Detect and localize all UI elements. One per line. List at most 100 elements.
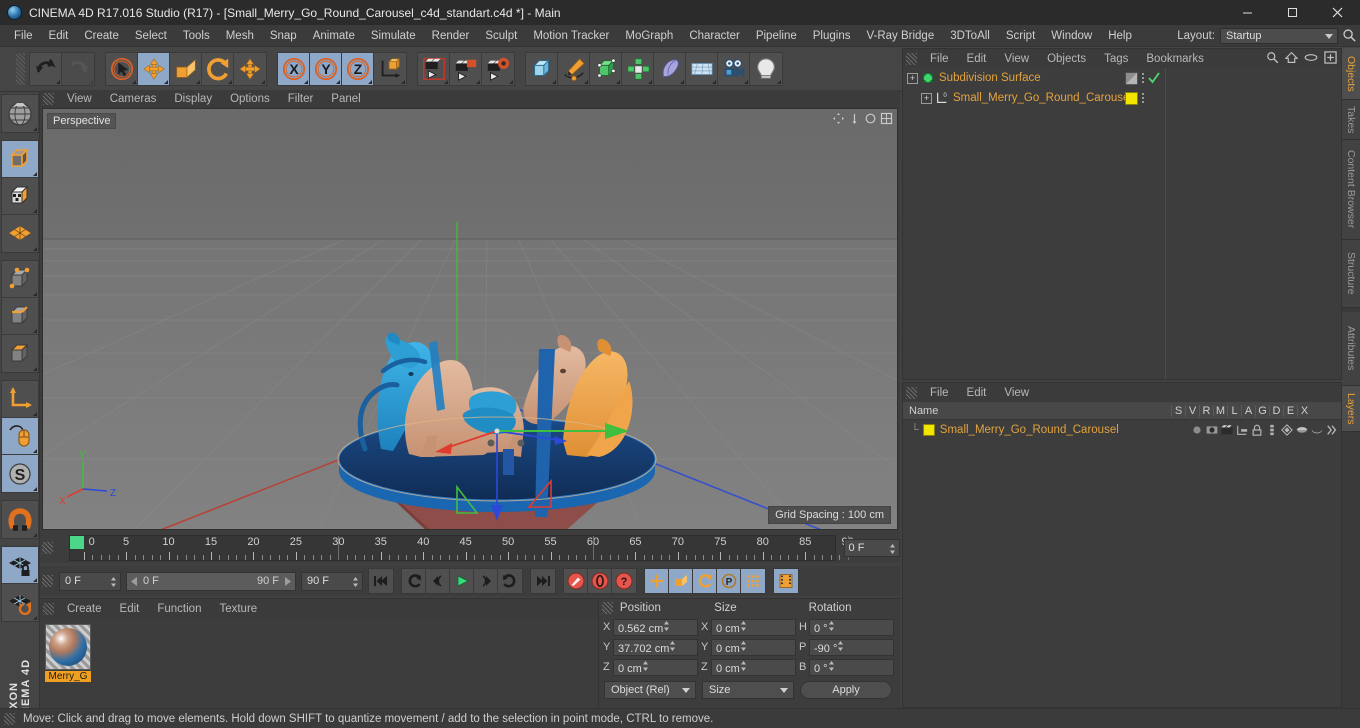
layer-column-S[interactable]: S [1171, 404, 1185, 417]
layout-dropdown[interactable]: Startup [1220, 28, 1338, 44]
redo-button[interactable] [62, 53, 94, 85]
play-button[interactable] [450, 569, 474, 593]
object-tag-zone[interactable] [1125, 88, 1144, 108]
playbar-grip-icon[interactable] [42, 575, 53, 587]
layer-row[interactable]: └ Small_Merry_Go_Round_Carousel [903, 420, 1341, 440]
y-axis-button[interactable]: Y [310, 53, 342, 85]
layer-column-M[interactable]: M [1213, 404, 1227, 417]
layer-column-A[interactable]: A [1241, 404, 1255, 417]
next-keyframe-button[interactable] [498, 569, 522, 593]
go-to-end-button[interactable] [531, 569, 555, 593]
render-icon[interactable] [1221, 424, 1233, 436]
menu-item-create[interactable]: Create [76, 25, 127, 47]
animation-icon[interactable] [1266, 424, 1278, 436]
minimize-button[interactable] [1225, 0, 1270, 25]
generator-icon[interactable] [1281, 424, 1293, 436]
menu-item-window[interactable]: Window [1043, 25, 1100, 47]
polygons-mode-button[interactable] [1, 335, 38, 372]
step-back-button[interactable] [426, 569, 450, 593]
render-region-button[interactable] [450, 53, 482, 85]
position-z-field[interactable]: 0 cm [613, 658, 698, 676]
deformer-icon[interactable] [1296, 424, 1308, 436]
lock-icon[interactable] [1251, 424, 1263, 436]
side-tab-content-browser[interactable]: Content Browser [1342, 140, 1360, 240]
toolbar-grip[interactable] [16, 53, 25, 85]
live-selection-button[interactable] [106, 53, 138, 85]
model-mode-button[interactable] [1, 141, 38, 178]
preview-range-slider[interactable]: 0 F 90 F [126, 571, 296, 591]
material-item[interactable]: Merry_G [45, 624, 91, 682]
workplane-rotate-button[interactable] [1, 584, 38, 621]
object-menu-bookmarks[interactable]: Bookmarks [1137, 53, 1213, 65]
layer-rows[interactable]: └ Small_Merry_Go_Round_Carousel [903, 420, 1341, 440]
spline-pen-button[interactable] [558, 53, 590, 85]
x-axis-button[interactable]: X [278, 53, 310, 85]
xref-icon[interactable] [1326, 424, 1338, 436]
menu-item-mesh[interactable]: Mesh [218, 25, 262, 47]
step-forward-button[interactable] [474, 569, 498, 593]
viewport-nav-icons[interactable] [832, 112, 893, 125]
object-menu-view[interactable]: View [995, 53, 1038, 65]
side-tab-objects[interactable]: Objects [1342, 48, 1360, 100]
maximize-button[interactable] [1270, 0, 1315, 25]
viewport-menu-panel[interactable]: Panel [322, 93, 369, 105]
object-tree[interactable]: + Subdivision Surface +0 Small_Merry_Go_Rou… [903, 68, 1341, 379]
cube-primitive-button[interactable] [526, 53, 558, 85]
autokeying-button[interactable] [588, 569, 612, 593]
object-row[interactable]: +0 Small_Merry_Go_Round_Carousel [903, 88, 1341, 108]
coordinates-grip-icon[interactable] [602, 602, 613, 614]
solo-dot-icon[interactable] [1191, 424, 1203, 436]
end-frame-field[interactable]: 90 F [301, 571, 363, 591]
viewport-menu-options[interactable]: Options [221, 93, 279, 105]
object-tag-zone[interactable] [1125, 68, 1160, 88]
side-tab-attributes[interactable]: Attributes [1342, 312, 1360, 386]
object-row[interactable]: + Subdivision Surface [903, 68, 1341, 88]
points-mode-button[interactable] [1, 261, 38, 298]
size-x-field[interactable]: 0 cm [711, 618, 796, 636]
menu-item-motion-tracker[interactable]: Motion Tracker [525, 25, 617, 47]
spinner-icon[interactable] [110, 576, 117, 588]
scale-key-button[interactable] [669, 569, 693, 593]
viewport-menu-filter[interactable]: Filter [279, 93, 323, 105]
world-coordinate-button[interactable] [374, 53, 406, 85]
timeline-grip-icon[interactable] [42, 542, 53, 554]
manager-icon[interactable] [1236, 424, 1248, 436]
layer-menu-view[interactable]: View [995, 387, 1038, 399]
expand-collapse-icon[interactable]: + [907, 72, 918, 84]
size-mode-dropdown[interactable]: Size [702, 681, 794, 699]
range-right-icon[interactable] [283, 576, 291, 586]
home-icon[interactable] [1285, 51, 1298, 64]
z-axis-button[interactable]: Z [342, 53, 374, 85]
menu-item-plugins[interactable]: Plugins [805, 25, 859, 47]
material-menu-texture[interactable]: Texture [210, 603, 266, 615]
side-tab-layers[interactable]: Layers [1342, 386, 1360, 432]
menu-item-select[interactable]: Select [127, 25, 175, 47]
material-list[interactable]: Merry_G [40, 618, 598, 682]
visible-icon[interactable] [1206, 424, 1218, 436]
light-button[interactable] [750, 53, 782, 85]
undo-button[interactable] [30, 53, 62, 85]
camera-button[interactable] [718, 53, 750, 85]
record-keyframe-button[interactable] [564, 569, 588, 593]
timeline-playhead[interactable] [69, 536, 84, 549]
rotation-p-field[interactable]: -90 ° [809, 638, 894, 656]
viewport-menu-view[interactable]: View [58, 93, 101, 105]
rotate-button[interactable] [202, 53, 234, 85]
previous-keyframe-button[interactable] [402, 569, 426, 593]
menu-item-3dtoall[interactable]: 3DToAll [942, 25, 998, 47]
magnet-button[interactable] [1, 501, 38, 538]
side-tab-takes[interactable]: Takes [1342, 100, 1360, 140]
material-menu-create[interactable]: Create [58, 603, 111, 615]
menu-item-v-ray-bridge[interactable]: V-Ray Bridge [858, 25, 942, 47]
rotation-b-field[interactable]: 0 ° [809, 658, 894, 676]
timeline-frame-field[interactable]: 0 F [843, 539, 900, 557]
expression-icon[interactable] [1311, 424, 1323, 436]
material-grip-icon[interactable] [43, 602, 54, 615]
side-tab-structure[interactable]: Structure [1342, 240, 1360, 308]
layer-color-swatch[interactable] [922, 424, 935, 436]
menu-item-render[interactable]: Render [424, 25, 478, 47]
position-x-field[interactable]: 0.562 cm [613, 618, 698, 636]
layer-column-X[interactable]: X [1297, 404, 1311, 417]
menu-item-edit[interactable]: Edit [41, 25, 77, 47]
parameter-key-button[interactable]: P [717, 569, 741, 593]
